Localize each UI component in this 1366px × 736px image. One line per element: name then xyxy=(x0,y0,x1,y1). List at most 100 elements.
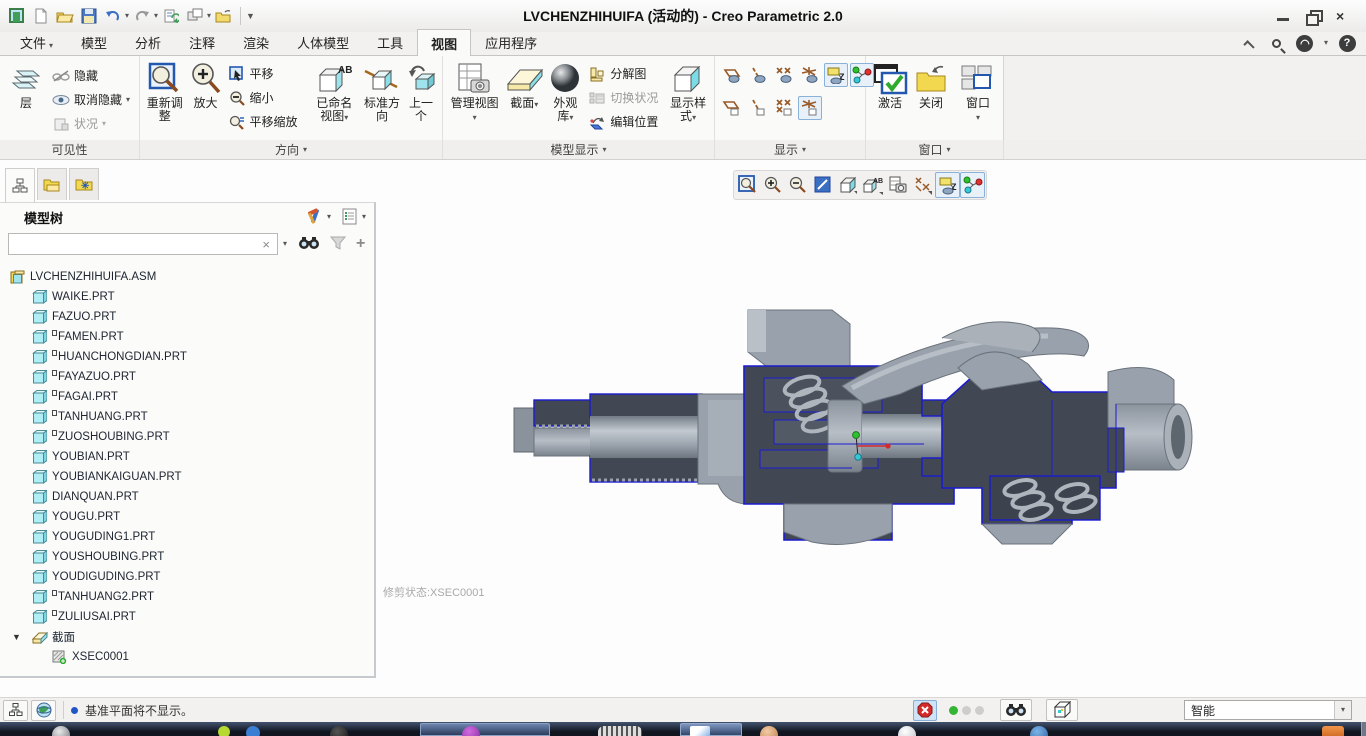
group-label-model-display[interactable]: 模型显示▾ xyxy=(443,140,715,159)
selection-filter-dropdown[interactable]: 智能 ▾ xyxy=(1184,700,1352,720)
taskbar-icon-2[interactable] xyxy=(218,726,230,736)
taskbar-icon-7[interactable] xyxy=(760,726,778,736)
tree-item[interactable]: FAYAZUO.PRT xyxy=(0,367,374,387)
axis-display-toggle[interactable] xyxy=(746,63,770,87)
window-switch-dropdown[interactable]: ▾ xyxy=(207,12,211,20)
model-3d-view[interactable] xyxy=(512,308,1212,568)
group-label-window[interactable]: 窗口▾ xyxy=(866,140,1004,159)
tree-item[interactable]: YOUDIGUDING.PRT xyxy=(0,567,374,587)
gfx-repaint-button[interactable] xyxy=(810,172,835,198)
gfx-view-manager-button[interactable] xyxy=(885,172,910,198)
undo-button[interactable] xyxy=(101,4,124,28)
taskbar-icon-6[interactable] xyxy=(598,726,642,736)
filter-button[interactable] xyxy=(329,235,347,254)
group-label-visibility[interactable]: 可见性 xyxy=(0,140,140,159)
close-button[interactable]: × xyxy=(1336,10,1350,22)
gfx-display-style-button[interactable] xyxy=(835,172,860,198)
pan-button[interactable]: 平移 xyxy=(225,63,301,84)
tree-item[interactable]: YOUBIANKAIGUAN.PRT xyxy=(0,467,374,487)
window-switch-button[interactable] xyxy=(183,4,206,28)
taskbar-icon-1[interactable] xyxy=(52,726,70,736)
tree-item[interactable]: TANHUANG2.PRT xyxy=(0,587,374,607)
search-model-button[interactable] xyxy=(1000,699,1032,721)
status-button[interactable]: 状况 ▾ xyxy=(49,113,133,134)
model-tree-tab[interactable] xyxy=(5,168,35,202)
tree-search-input[interactable] xyxy=(9,235,255,253)
section-button[interactable]: 截面▾ xyxy=(504,59,544,112)
command-search-icon[interactable] xyxy=(1268,34,1286,52)
axis-tag-display-toggle[interactable] xyxy=(746,96,770,120)
restore-button[interactable] xyxy=(1306,10,1320,22)
show-desktop-button[interactable] xyxy=(1361,722,1366,736)
tab-manikin[interactable]: 人体模型 xyxy=(283,28,363,55)
tree-root-assembly[interactable]: LVCHENZHIHUIFA.ASM xyxy=(0,267,374,287)
close-window-button[interactable] xyxy=(212,4,235,28)
point-tag-display-toggle[interactable] xyxy=(772,96,796,120)
minimize-button[interactable] xyxy=(1276,10,1290,22)
unhide-button[interactable]: 取消隐藏 ▾ xyxy=(49,89,133,110)
refit-button[interactable]: 重新调整 xyxy=(144,59,186,125)
learning-dropdown[interactable]: ▾ xyxy=(1324,39,1328,47)
taskbar-icon-9[interactable] xyxy=(1030,726,1048,736)
tab-annotate[interactable]: 注释 xyxy=(175,28,229,55)
manage-views-button[interactable]: 管理视图▾ xyxy=(447,59,502,125)
windows-taskbar[interactable] xyxy=(0,722,1366,736)
activate-button[interactable]: 激活 xyxy=(870,59,910,112)
taskbar-icon-4[interactable] xyxy=(330,726,348,736)
standard-orientation-button[interactable]: 标准方向 xyxy=(362,59,402,125)
tree-item[interactable]: WAIKE.PRT xyxy=(0,287,374,307)
tree-item[interactable]: FAMEN.PRT xyxy=(0,327,374,347)
tab-file[interactable]: 文件▾ xyxy=(6,28,67,55)
customize-qat-dropdown[interactable]: ▼ xyxy=(246,12,255,21)
collapse-arrow-icon[interactable]: ▼ xyxy=(12,632,22,642)
exploded-view-button[interactable]: 分解图 xyxy=(585,63,665,84)
tree-tools-button[interactable]: ▾ xyxy=(304,207,331,227)
search-options-dropdown[interactable]: ▾ xyxy=(283,240,287,248)
tree-item[interactable]: FAGAI.PRT xyxy=(0,387,374,407)
favorites-tab[interactable]: ✳ xyxy=(69,168,99,200)
clear-search-icon[interactable]: × xyxy=(255,237,277,252)
new-file-button[interactable] xyxy=(29,4,52,28)
tree-section-xsec[interactable]: XSEC0001 xyxy=(0,647,374,667)
tree-item[interactable]: YOUGUDING1.PRT xyxy=(0,527,374,547)
tree-item[interactable]: DIANQUAN.PRT xyxy=(0,487,374,507)
group-label-orientation[interactable]: 方向▾ xyxy=(140,140,443,159)
gfx-datum-display-button[interactable] xyxy=(910,172,935,198)
tree-item[interactable]: HUANCHONGDIAN.PRT xyxy=(0,347,374,367)
pan-zoom-button[interactable]: 平移缩放 xyxy=(225,111,301,132)
gfx-annotation-display-button[interactable]: Z xyxy=(935,172,960,198)
save-button[interactable] xyxy=(77,4,100,28)
add-filter-button[interactable]: + xyxy=(356,235,365,253)
tree-item[interactable]: YOUGU.PRT xyxy=(0,507,374,527)
gfx-zoom-out-button[interactable] xyxy=(785,172,810,198)
appearance-gallery-button[interactable]: 外观库▾ xyxy=(546,59,584,125)
find-button[interactable] xyxy=(298,235,320,254)
app-icon[interactable] xyxy=(5,4,28,28)
taskbar-icon-3[interactable] xyxy=(246,726,260,736)
taskbar-icon-8[interactable] xyxy=(898,726,916,736)
named-views-button[interactable]: AB 已命名视图▾ xyxy=(309,59,360,125)
plane-tag-display-toggle[interactable] xyxy=(720,96,744,120)
previous-view-button[interactable]: 上一个 xyxy=(404,59,438,125)
point-display-toggle[interactable] xyxy=(772,63,796,87)
gfx-saved-views-button[interactable]: AB xyxy=(860,172,885,198)
datum-plane-display-toggle[interactable] xyxy=(720,63,744,87)
select-box-button[interactable] xyxy=(1046,699,1078,721)
tab-tools[interactable]: 工具 xyxy=(363,28,417,55)
csys-display-toggle[interactable] xyxy=(798,63,822,87)
zoom-out-button[interactable]: 缩小 xyxy=(225,87,301,108)
undo-dropdown[interactable]: ▾ xyxy=(125,12,129,20)
csys-tag-display-toggle[interactable] xyxy=(798,96,822,120)
tree-item[interactable]: YOUBIAN.PRT xyxy=(0,447,374,467)
zoom-in-button[interactable]: 放大 xyxy=(188,59,224,112)
redo-button[interactable] xyxy=(130,4,153,28)
browser-toggle-button[interactable] xyxy=(31,700,56,721)
display-style-button[interactable]: 显示样式▾ xyxy=(666,59,710,125)
learning-connector-icon[interactable]: ◠ xyxy=(1296,34,1314,52)
tree-item[interactable]: TANHUANG.PRT xyxy=(0,407,374,427)
help-icon[interactable]: ? xyxy=(1338,34,1356,52)
group-label-show[interactable]: 显示▾ xyxy=(715,140,866,159)
annotation-display-toggle[interactable]: Z xyxy=(824,63,848,87)
gfx-refit-button[interactable] xyxy=(735,172,760,198)
gfx-zoom-in-button[interactable] xyxy=(760,172,785,198)
